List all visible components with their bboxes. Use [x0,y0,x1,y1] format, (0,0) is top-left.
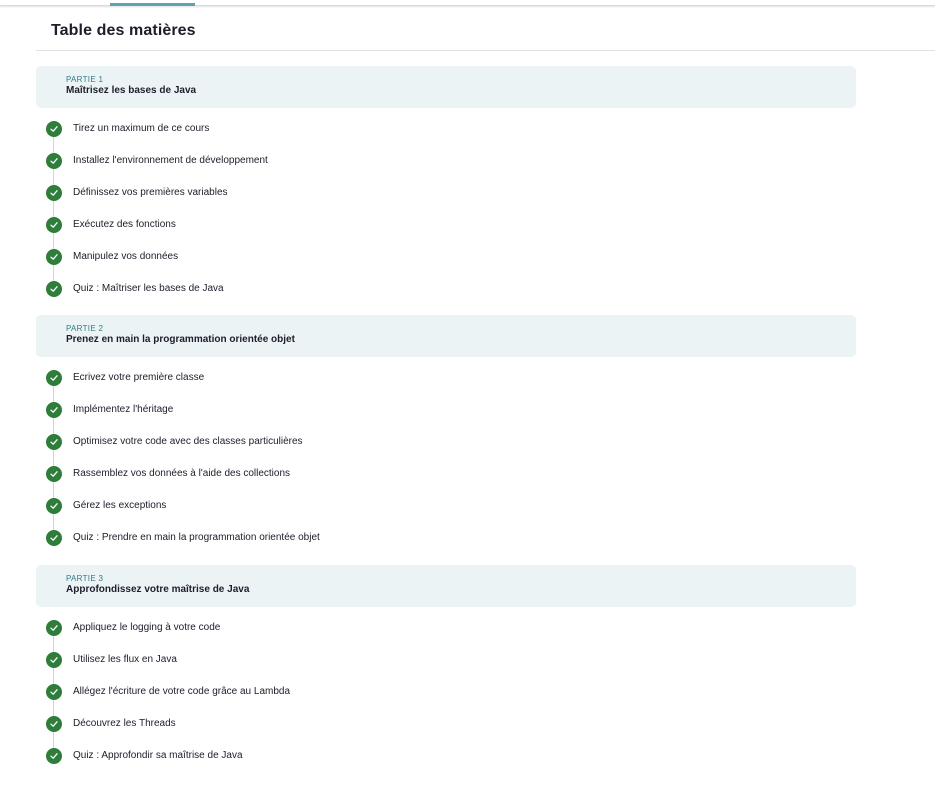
chapter-item[interactable]: Appliquez le logging à votre code [44,620,644,640]
chapter-label[interactable]: Implémentez l'héritage [73,404,173,415]
chapter-label[interactable]: Installez l'environnement de développeme… [73,155,268,166]
chapter-item[interactable]: Quiz : Approfondir sa maîtrise de Java [44,748,644,768]
part-header-1[interactable]: PARTIE 1 Maîtrisez les bases de Java [36,66,856,108]
chapter-label[interactable]: Appliquez le logging à votre code [73,622,220,633]
check-icon [46,530,62,546]
chapter-item[interactable]: Ecrivez votre première classe [44,370,644,390]
check-icon [46,652,62,668]
check-icon [46,748,62,764]
chapter-label[interactable]: Tirez un maximum de ce cours [73,123,209,134]
check-icon [46,153,62,169]
chapter-label[interactable]: Allégez l'écriture de votre code grâce a… [73,686,290,697]
part-header-2[interactable]: PARTIE 2 Prenez en main la programmation… [36,315,856,357]
chapter-label[interactable]: Découvrez les Threads [73,718,176,729]
check-icon [46,434,62,450]
chapter-label[interactable]: Définissez vos premières variables [73,187,228,198]
part-title[interactable]: Maîtrisez les bases de Java [66,85,196,96]
chapter-label[interactable]: Exécutez des fonctions [73,219,176,230]
check-icon [46,121,62,137]
chapter-item[interactable]: Exécutez des fonctions [44,217,644,237]
check-icon [46,185,62,201]
check-icon [46,498,62,514]
check-icon [46,402,62,418]
chapter-label[interactable]: Quiz : Maîtriser les bases de Java [73,283,224,294]
chapter-label[interactable]: Quiz : Approfondir sa maîtrise de Java [73,750,243,761]
chapter-label[interactable]: Gérez les exceptions [73,500,166,511]
part-kicker: PARTIE 1 [66,75,104,84]
chapter-item[interactable]: Implémentez l'héritage [44,402,644,422]
chapter-item[interactable]: Gérez les exceptions [44,498,644,518]
chapter-label[interactable]: Utilisez les flux en Java [73,654,177,665]
check-icon [46,684,62,700]
chapter-item[interactable]: Utilisez les flux en Java [44,652,644,672]
chapter-label[interactable]: Optimisez votre code avec des classes pa… [73,436,303,447]
page-title: Table des matières [51,22,196,39]
chapter-item[interactable]: Rassemblez vos données à l'aide des coll… [44,466,644,486]
chapter-item[interactable]: Définissez vos premières variables [44,185,644,205]
chapter-item[interactable]: Quiz : Prendre en main la programmation … [44,530,644,550]
chapter-label[interactable]: Ecrivez votre première classe [73,372,204,383]
part-kicker: PARTIE 2 [66,324,104,333]
check-icon [46,716,62,732]
part-header-3[interactable]: PARTIE 3 Approfondissez votre maîtrise d… [36,565,856,607]
chapter-item[interactable]: Manipulez vos données [44,249,644,269]
title-divider [36,50,935,51]
chapter-item[interactable]: Installez l'environnement de développeme… [44,153,644,173]
part-kicker: PARTIE 3 [66,574,104,583]
check-icon [46,620,62,636]
chapter-label[interactable]: Manipulez vos données [73,251,178,262]
chapter-item[interactable]: Optimisez votre code avec des classes pa… [44,434,644,454]
chapter-label[interactable]: Quiz : Prendre en main la programmation … [73,532,320,543]
active-tab-indicator [110,3,195,6]
chapter-item[interactable]: Tirez un maximum de ce cours [44,121,644,141]
check-icon [46,281,62,297]
part-title[interactable]: Approfondissez votre maîtrise de Java [66,584,249,595]
chapter-item[interactable]: Allégez l'écriture de votre code grâce a… [44,684,644,704]
check-icon [46,466,62,482]
part-title[interactable]: Prenez en main la programmation orientée… [66,334,295,345]
chapter-item[interactable]: Découvrez les Threads [44,716,644,736]
check-icon [46,217,62,233]
check-icon [46,249,62,265]
check-icon [46,370,62,386]
chapter-item[interactable]: Quiz : Maîtriser les bases de Java [44,281,644,301]
chapter-label[interactable]: Rassemblez vos données à l'aide des coll… [73,468,290,479]
